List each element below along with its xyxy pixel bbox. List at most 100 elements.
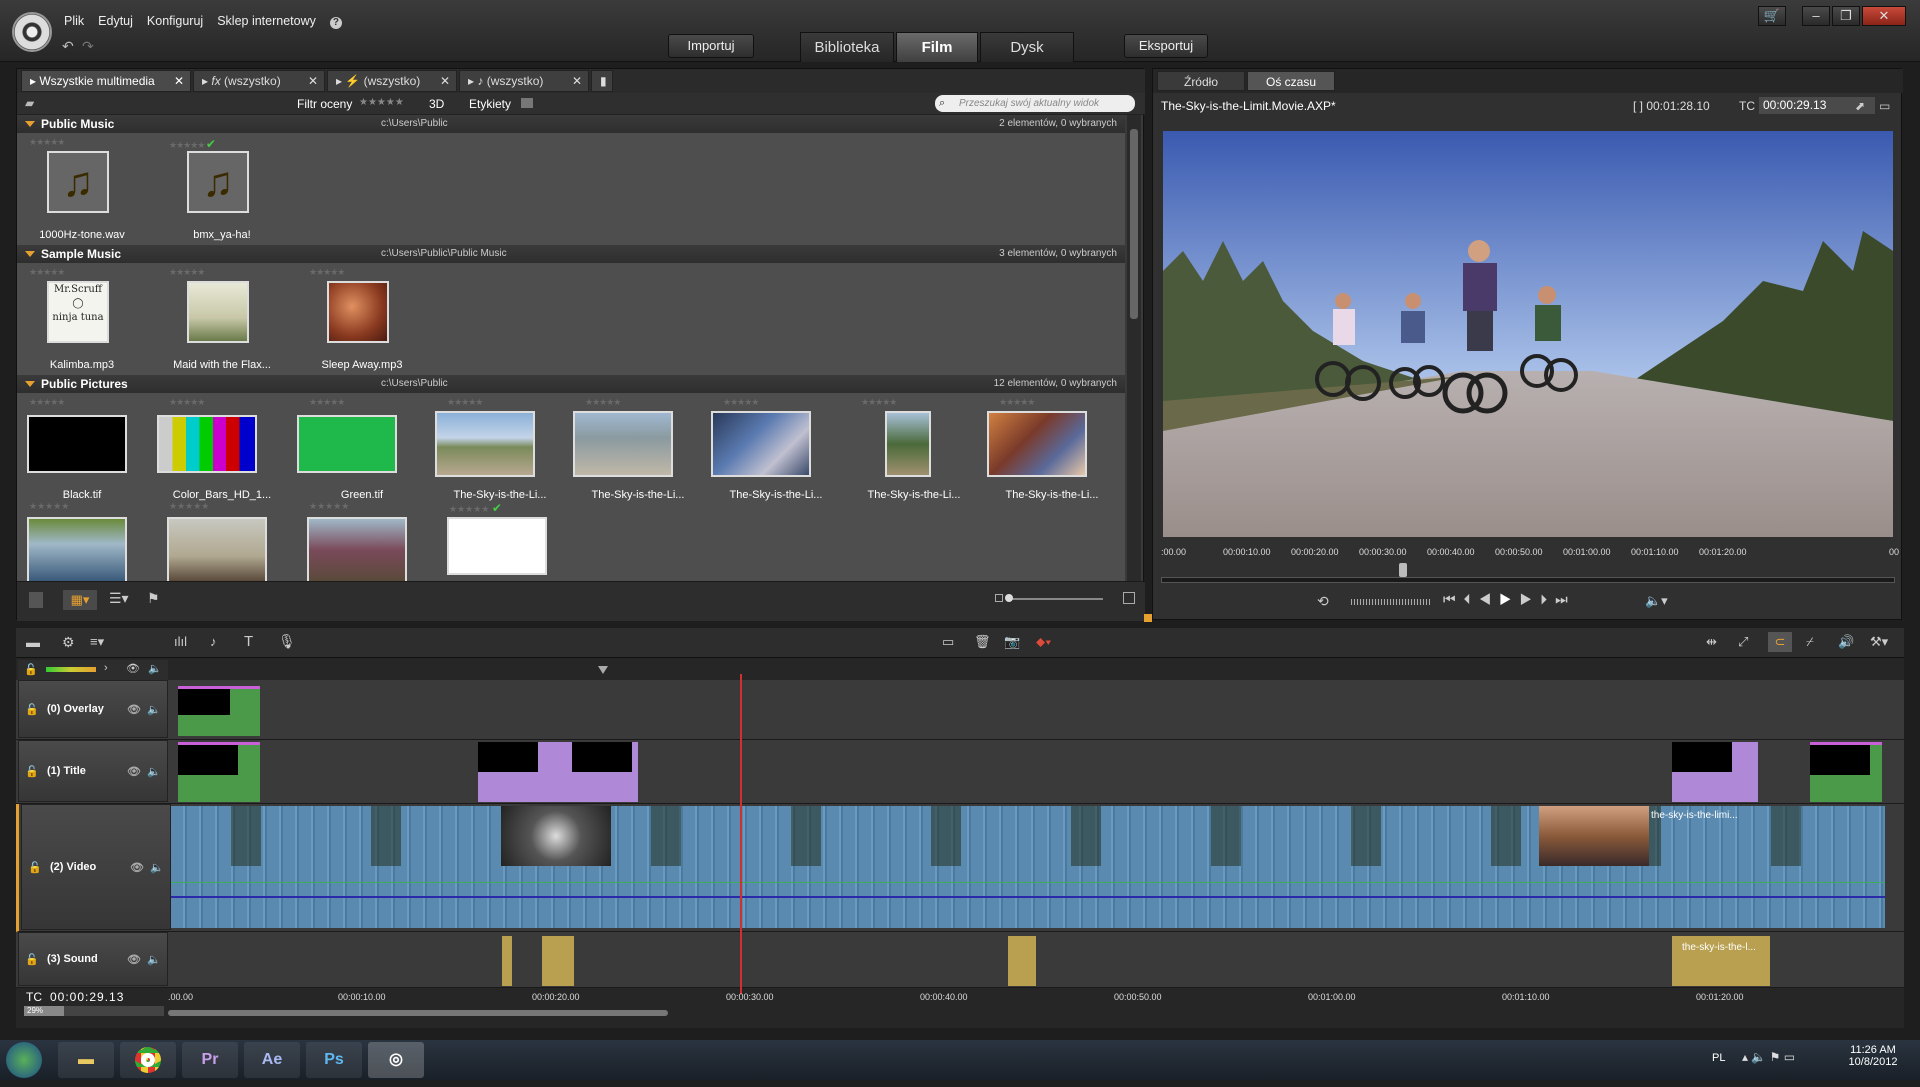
tools-icon[interactable]: ⚒▾ [1870, 634, 1888, 650]
rating-stars-icon[interactable]: ★★★★★ [309, 397, 345, 408]
search-input[interactable]: Przeszukaj swój aktualny widok [935, 95, 1135, 112]
lock-icon[interactable]: 🔓 [28, 861, 42, 874]
premiere-icon[interactable]: Pr [182, 1042, 238, 1078]
photoshop-icon[interactable]: Ps [306, 1042, 362, 1078]
eye-icon[interactable]: 👁 [127, 953, 141, 966]
redo-icon[interactable]: ↷ [82, 38, 94, 55]
rating-stars-icon[interactable]: ★★★★★ [861, 397, 897, 408]
step-back-icon[interactable]: ◀ [1479, 591, 1500, 607]
cart-icon[interactable]: 🛒 [1758, 6, 1786, 26]
soundtrack-icon[interactable]: ♪ [210, 634, 217, 649]
go-to-end-icon[interactable]: ⏭ [1555, 591, 1576, 607]
rating-stars-icon[interactable]: ★★★★★ [309, 267, 345, 278]
insert-mode-icon[interactable]: ⤢ [1738, 634, 1748, 650]
preview-scrubber[interactable] [1161, 577, 1895, 583]
rating-stars-icon[interactable]: ★★★★★ [309, 501, 349, 512]
eye-icon[interactable]: 👁 [130, 861, 144, 874]
next-frame-icon[interactable]: ⏵ [1540, 591, 1555, 607]
menu-edit[interactable]: Edytuj [98, 14, 133, 28]
chrome-icon[interactable] [120, 1042, 176, 1078]
library-item[interactable]: ★★★★★ The-Sky-is-the-Li... [573, 395, 703, 515]
rating-stars-icon[interactable]: ★★★★★ [169, 397, 205, 408]
video-preview[interactable] [1163, 131, 1893, 537]
minimize-icon[interactable]: – [1802, 6, 1830, 26]
library-item[interactable]: ★★★★★ ✔ ♫ bmx_ya-ha! [157, 135, 287, 255]
razor-icon[interactable]: ▭ [942, 634, 954, 650]
rating-stars-icon[interactable]: ★★★★★ [29, 397, 65, 408]
loop-icon[interactable]: ⟲ [1317, 593, 1329, 610]
undo-icon[interactable]: ↶ [62, 38, 74, 55]
rating-stars-icon[interactable]: ★★★★★ ✔ [169, 137, 216, 151]
image-thumb[interactable] [447, 517, 547, 575]
library-item[interactable]: ★★★★★ Black.tif [17, 395, 147, 515]
title-clip[interactable] [1672, 742, 1758, 802]
library-item[interactable]: ★★★★★ The-Sky-is-the-Li... [435, 395, 565, 515]
language-indicator[interactable]: PL [1712, 1052, 1725, 1064]
speaker-icon[interactable]: 🔈 [147, 953, 161, 966]
track-header-overlay[interactable]: 🔓 (0) Overlay 👁 🔈 [18, 680, 168, 738]
slider-knob[interactable] [1005, 594, 1013, 602]
library-item[interactable]: ★★★★★ Sleep Away.mp3 [297, 265, 427, 385]
tab-library[interactable]: Biblioteka [800, 32, 894, 62]
jog-shuttle[interactable] [1351, 599, 1431, 605]
snapshot-icon[interactable]: 📷 [1004, 634, 1020, 650]
lock-icon[interactable]: 🔓 [25, 953, 39, 966]
image-thumb[interactable] [307, 517, 407, 581]
rating-stars-icon[interactable]: ★★★★★ [169, 501, 209, 512]
rating-stars-icon[interactable]: ★★★★★ [723, 397, 759, 408]
timeline-scrollbar[interactable] [168, 1010, 668, 1016]
expand-icon[interactable]: › [104, 662, 108, 674]
track-header-video[interactable]: 🔓 (2) Video 👁 🔈 [21, 804, 171, 930]
lock-icon[interactable]: 🔓 [24, 663, 38, 676]
audio-scrub-icon[interactable]: 🔊 [1838, 634, 1854, 650]
restore-icon[interactable]: ❐ [1832, 6, 1860, 26]
zoom-bar[interactable]: 29% [24, 1006, 164, 1016]
tab-source[interactable]: Źródło [1157, 71, 1245, 91]
eye-icon[interactable]: 👁 [127, 703, 141, 716]
rating-stars-icon[interactable]: ★★★★★ [29, 501, 69, 512]
delete-icon[interactable]: 🗑 [974, 634, 991, 650]
folder-icon[interactable]: ⚑ [147, 590, 160, 607]
collapse-icon[interactable] [25, 251, 35, 257]
sound-clip[interactable] [1008, 936, 1036, 986]
sound-clip[interactable]: the-sky-is-the-l... [1672, 936, 1770, 986]
export-button[interactable]: Eksportuj [1124, 34, 1208, 58]
speaker-icon[interactable]: 🔈 [150, 861, 164, 874]
track-header-title[interactable]: 🔓 (1) Title 👁 🔈 [18, 740, 168, 802]
magnet-snap-icon[interactable]: ⊂ [1768, 632, 1792, 652]
tab-disc[interactable]: Dysk [980, 32, 1074, 62]
microphone-icon[interactable]: 🎙 [278, 633, 296, 650]
rating-stars-icon[interactable]: ★★★★★ [999, 397, 1035, 408]
menu-file[interactable]: Plik [64, 14, 84, 28]
timeline-marker-icon[interactable] [598, 666, 608, 674]
volume-icon[interactable]: 🔈▾ [1645, 593, 1668, 609]
tags-toggle-icon[interactable] [521, 98, 533, 108]
speaker-icon[interactable]: 🔈 [148, 662, 162, 675]
3d-filter[interactable]: 3D [429, 97, 444, 111]
lock-icon[interactable]: 🔓 [25, 765, 39, 778]
tab-all-media[interactable]: ▸ Wszystkie multimedia ✕ [21, 70, 191, 92]
library-item[interactable]: ★★★★★ Color_Bars_HD_1... [157, 395, 287, 515]
rating-stars-icon[interactable]: ★★★★★ [447, 397, 483, 408]
pinnacle-studio-icon[interactable]: ◎ [368, 1042, 424, 1078]
start-button[interactable] [6, 1042, 42, 1078]
trim-icon[interactable]: ⌿ [1806, 634, 1814, 650]
track-options-icon[interactable]: ≡▾ [90, 634, 104, 650]
speaker-icon[interactable]: 🔈 [147, 703, 161, 716]
marker-icon[interactable]: ⬥▾ [1036, 634, 1051, 650]
menu-store[interactable]: Sklep internetowy [217, 14, 316, 28]
eye-icon[interactable]: 👁 [126, 662, 140, 675]
group-header-sample-music[interactable]: Sample Music c:\Users\Public\Public Musi… [17, 245, 1125, 263]
menu-configure[interactable]: Konfiguruj [147, 14, 203, 28]
tab-audio[interactable]: ▸ ♪ (wszystko) ✕ [459, 70, 589, 92]
library-scrollbar[interactable] [1127, 115, 1141, 581]
group-header-public-pictures[interactable]: Public Pictures c:\Users\Public 12 eleme… [17, 375, 1125, 393]
tab-timeline[interactable]: Oś czasu [1247, 71, 1335, 91]
audio-mixer-icon[interactable]: ılıl [174, 634, 187, 649]
collection-icon[interactable]: ▰ [25, 96, 34, 110]
rating-filter-label[interactable]: Filtr oceny [297, 97, 352, 111]
overlay-clip[interactable] [178, 686, 260, 736]
thumb-size-slider[interactable] [1007, 598, 1103, 600]
library-item[interactable]: ★★★★★ ♫ 1000Hz-tone.wav [17, 135, 147, 255]
rating-stars-icon[interactable]: ★★★★★ [169, 267, 205, 278]
